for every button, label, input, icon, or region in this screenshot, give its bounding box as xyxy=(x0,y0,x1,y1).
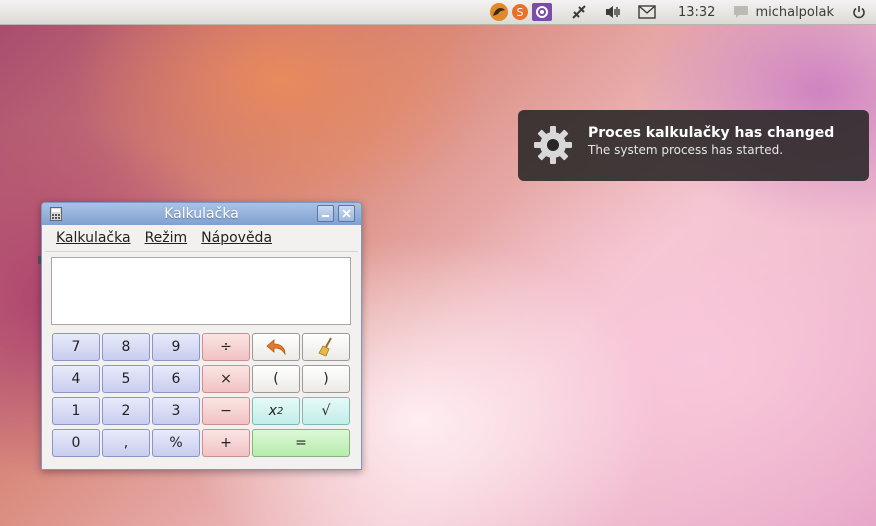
window-title: Kalkulačka xyxy=(164,206,239,222)
key-1[interactable]: 1 xyxy=(52,397,100,425)
network-icon[interactable] xyxy=(562,0,596,24)
mail-icon[interactable] xyxy=(630,0,664,24)
minimize-button[interactable] xyxy=(317,205,334,222)
volume-icon[interactable] xyxy=(596,0,630,24)
menu-help[interactable]: Nápověda xyxy=(201,230,272,246)
key-add[interactable]: + xyxy=(202,429,250,457)
key-close-paren[interactable]: ) xyxy=(302,365,350,393)
svg-text:S: S xyxy=(516,6,523,19)
power-icon[interactable] xyxy=(852,0,866,24)
key-percent[interactable]: % xyxy=(152,429,200,457)
key-comma[interactable]: , xyxy=(102,429,150,457)
key-8[interactable]: 8 xyxy=(102,333,150,361)
undo-icon xyxy=(266,339,286,355)
key-3[interactable]: 3 xyxy=(152,397,200,425)
key-multiply[interactable]: × xyxy=(202,365,250,393)
title-bar[interactable]: Kalkulačka xyxy=(42,203,361,225)
key-0[interactable]: 0 xyxy=(52,429,100,457)
square-exponent: 2 xyxy=(276,405,284,417)
key-4[interactable]: 4 xyxy=(52,365,100,393)
calculator-display[interactable] xyxy=(51,257,351,325)
close-button[interactable] xyxy=(338,205,355,222)
menu-bar: Kalkulačka Režim Nápověda xyxy=(45,225,358,252)
notification-title: Proces kalkulačky has changed xyxy=(588,125,835,141)
undo-button[interactable] xyxy=(252,333,300,361)
key-open-paren[interactable]: ( xyxy=(252,365,300,393)
key-square[interactable]: x2 xyxy=(252,397,300,425)
key-7[interactable]: 7 xyxy=(52,333,100,361)
menu-mode[interactable]: Režim xyxy=(145,230,188,246)
key-sqrt[interactable]: √ xyxy=(302,397,350,425)
notification-body: The system process has started. xyxy=(588,143,784,157)
clock[interactable]: 13:32 xyxy=(678,0,715,24)
key-6[interactable]: 6 xyxy=(152,365,200,393)
username: michalpolak xyxy=(755,4,834,20)
calculator-window: Kalkulačka Kalkulačka Režim Nápověda 7 8… xyxy=(41,202,362,470)
gear-icon xyxy=(534,126,572,164)
top-panel: S 13:32 michalpolak xyxy=(0,0,876,25)
settings-icon[interactable] xyxy=(530,0,554,24)
chat-icon xyxy=(734,6,749,18)
key-5[interactable]: 5 xyxy=(102,365,150,393)
user-menu[interactable]: michalpolak xyxy=(733,0,834,24)
broom-icon xyxy=(318,337,332,357)
key-divide[interactable]: ÷ xyxy=(202,333,250,361)
close-icon xyxy=(342,209,351,218)
minimize-icon xyxy=(322,215,329,217)
sync-icon[interactable]: S xyxy=(510,0,530,24)
gimp-icon[interactable] xyxy=(488,0,510,24)
menu-calculator[interactable]: Kalkulačka xyxy=(56,230,131,246)
notification-bubble: Proces kalkulačky has changed The system… xyxy=(518,110,869,181)
key-9[interactable]: 9 xyxy=(152,333,200,361)
key-subtract[interactable]: − xyxy=(202,397,250,425)
key-2[interactable]: 2 xyxy=(102,397,150,425)
key-equals[interactable]: = xyxy=(252,429,350,457)
clear-button[interactable] xyxy=(302,333,350,361)
square-base: x xyxy=(268,403,277,419)
